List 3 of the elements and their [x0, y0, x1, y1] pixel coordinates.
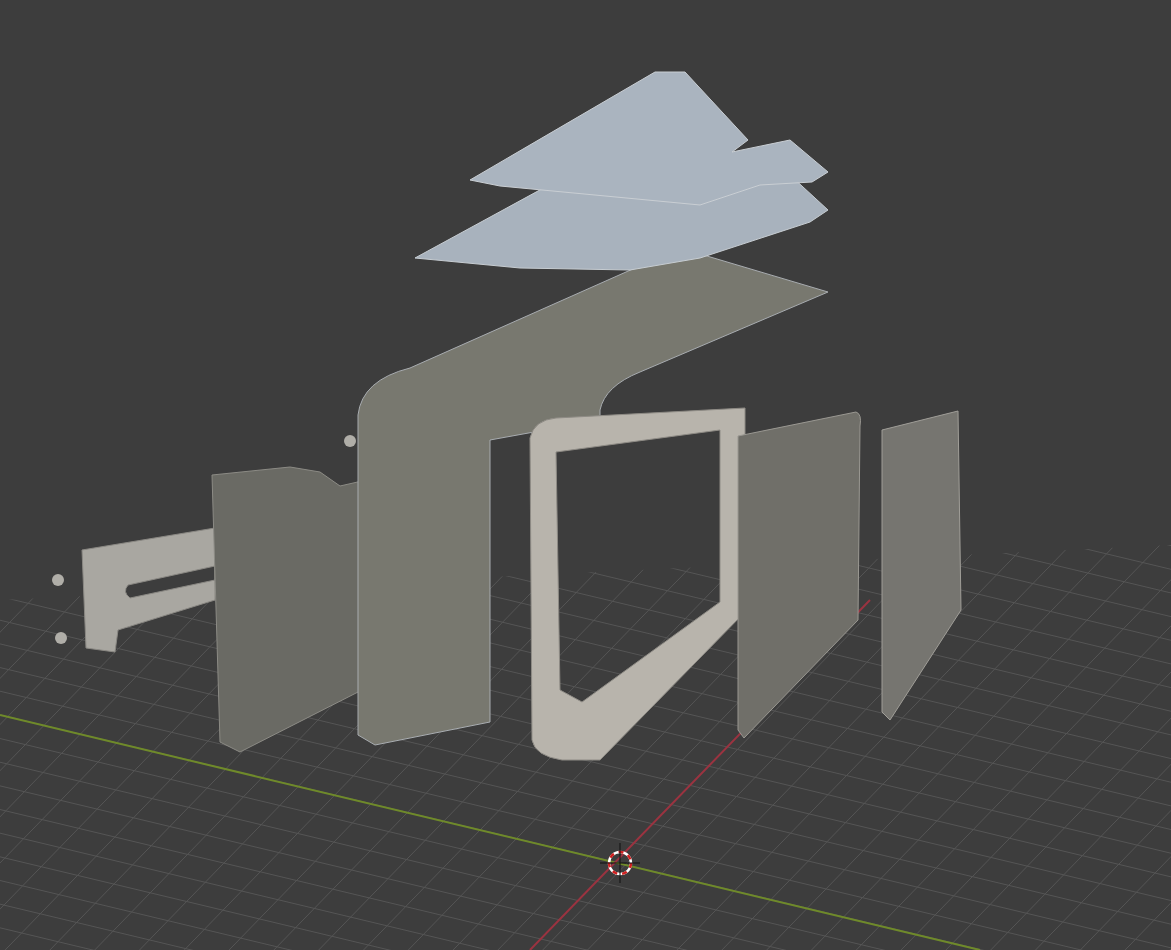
screw — [55, 632, 67, 644]
screw — [52, 574, 64, 586]
screw — [344, 435, 356, 447]
